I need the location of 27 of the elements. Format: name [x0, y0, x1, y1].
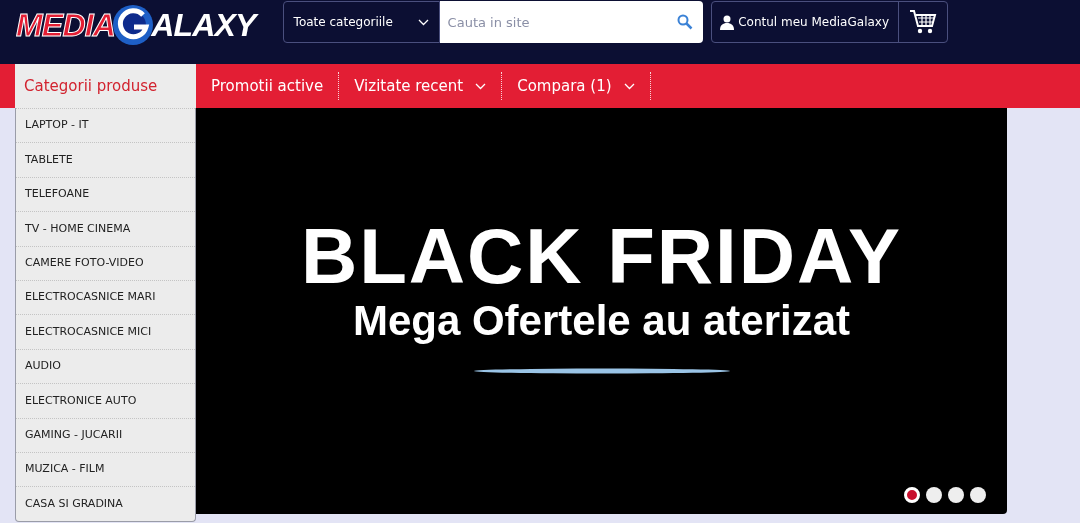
nav-link[interactable]: Vizitate recent [339, 72, 503, 100]
category-item[interactable]: ELECTROCASNICE MICI [16, 314, 195, 349]
category-item[interactable]: MUZICA - FILM [16, 451, 195, 487]
nav-link[interactable]: Promotii active [196, 72, 340, 100]
search-icon [676, 14, 693, 30]
user-icon [720, 14, 735, 30]
account-button[interactable]: Contul meu MediaGalaxy [711, 2, 899, 42]
banner-subtitle: Mega Ofertele au aterizat [352, 295, 851, 346]
search-field[interactable]: Cauta in site [439, 1, 703, 43]
category-dropdown[interactable]: Toate categoriile [282, 1, 440, 43]
nav-link[interactable]: Compara (1) [502, 72, 651, 100]
chevron-down-icon [475, 82, 487, 90]
category-item[interactable]: ELECTRONICE AUTO [16, 383, 195, 418]
category-item[interactable]: CAMERE FOTO-VIDEO [16, 245, 195, 280]
category-item[interactable]: TV - HOME CINEMA [16, 211, 195, 246]
category-item[interactable]: LAPTOP - IT [16, 108, 195, 143]
category-item[interactable]: GAMING - JUCARII [16, 417, 195, 452]
category-item[interactable]: ELECTROCASNICE MARI [16, 279, 195, 315]
categories-tab[interactable]: Categorii produse [15, 64, 196, 108]
category-item[interactable]: AUDIO [16, 348, 195, 384]
category-item[interactable]: TELEFOANE [16, 176, 195, 212]
category-item[interactable]: TABLETE [16, 142, 195, 177]
chevron-down-icon [417, 18, 429, 26]
cart-icon [908, 8, 937, 36]
chevron-down-icon [623, 82, 635, 90]
category-item[interactable]: CASA SI GRADINA [16, 486, 195, 521]
banner-title: BLACK FRIDAY [300, 216, 903, 295]
